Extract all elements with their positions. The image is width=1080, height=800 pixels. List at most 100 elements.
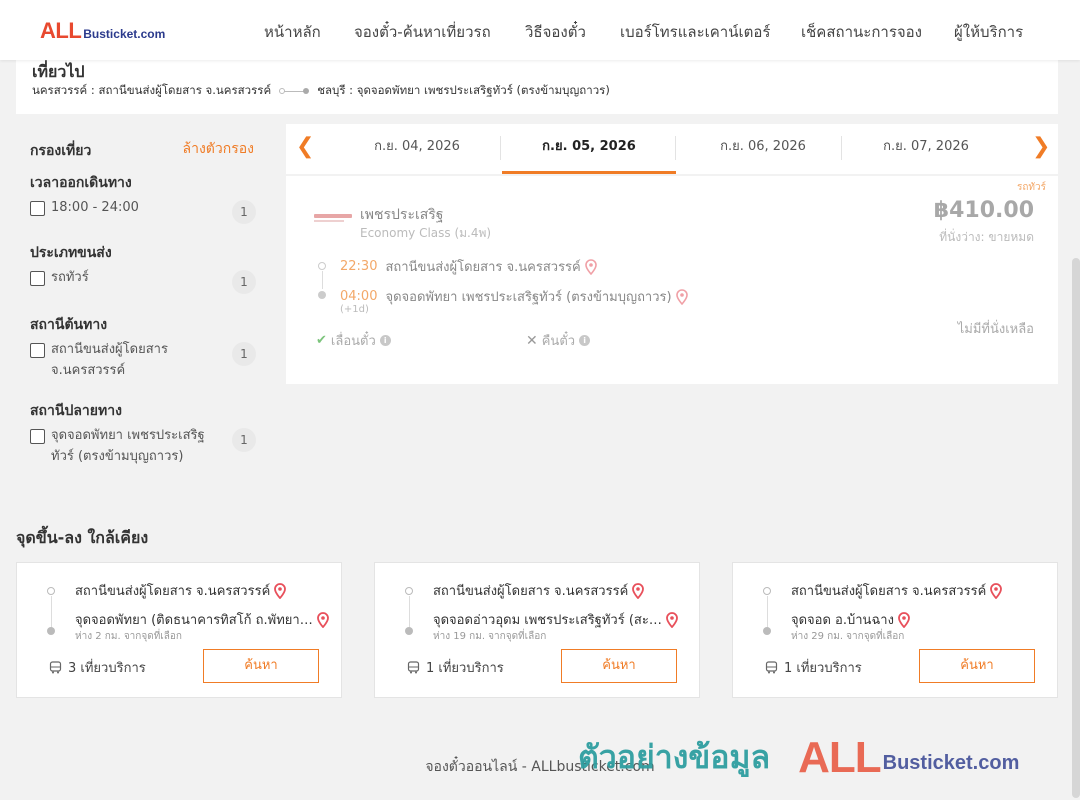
nearby-trip-count: 3 เที่ยวบริการ — [49, 657, 146, 678]
bus-icon — [765, 661, 778, 674]
chevron-left-icon[interactable]: ❮ — [296, 134, 314, 160]
reschedule-label: เลื่อนตั๋ว — [330, 334, 376, 349]
map-pin-icon[interactable] — [274, 582, 287, 599]
search-button[interactable]: ค้นหา — [203, 649, 319, 683]
filter-count-badge: 1 — [232, 200, 256, 224]
nearby-origin-label: สถานีขนส่งผู้โดยสาร จ.นครสวรรค์ — [75, 584, 271, 599]
map-pin-icon[interactable] — [632, 582, 645, 599]
destination-dot-icon — [405, 627, 413, 635]
nearby-trip-count-label: 3 เที่ยวบริการ — [68, 661, 146, 676]
origin-dot-icon — [318, 262, 326, 270]
nearby-destination-label: จุดจอดพัทยา (ติดธนาคารทิสโก้ ถ.พัทยา… — [75, 613, 313, 628]
filter-option-label: 18:00 - 24:00 — [51, 200, 139, 215]
filter-option-destination-station[interactable]: จุดจอดพัทยา เพชรประเสริฐทัวร์ (ตรงข้ามบุ… — [30, 428, 256, 467]
bus-icon — [407, 661, 420, 674]
route-connector-icon — [279, 87, 310, 95]
filter-group-destination-station: สถานีปลายทาง — [30, 403, 122, 419]
refund-label: คืนตั๋ว — [541, 334, 576, 349]
arrival-station: จุดจอดพัทยา เพชรประเสริฐทัวร์ (ตรงข้ามบุ… — [385, 290, 672, 305]
map-pin-icon[interactable] — [584, 258, 597, 275]
destination-dot-icon — [318, 291, 326, 299]
departure-station: สถานีขนส่งผู้โดยสาร จ.นครสวรรค์ — [385, 260, 581, 275]
chevron-right-icon[interactable]: ❯ — [1032, 134, 1050, 160]
operator-name: เพชรประเสริฐ — [360, 207, 444, 223]
trip-summary: เที่ยวไป นครสวรรค์ : สถานีขนส่งผู้โดยสาร… — [16, 60, 1058, 114]
filter-option-departure-time[interactable]: 18:00 - 24:00 1 — [30, 200, 256, 224]
map-pin-icon[interactable] — [990, 582, 1003, 599]
search-button[interactable]: ค้นหา — [561, 649, 677, 683]
origin-dot-icon — [47, 587, 55, 595]
info-icon[interactable]: i — [379, 335, 391, 346]
checkbox[interactable] — [30, 201, 45, 216]
checkbox[interactable] — [30, 343, 45, 358]
nearby-card-1: สถานีขนส่งผู้โดยสาร จ.นครสวรรค์ จุดจอดพั… — [16, 562, 342, 698]
nearby-distance: ห่าง 2 กม. จากจุดที่เลือก — [75, 631, 182, 642]
map-pin-icon[interactable] — [665, 611, 678, 628]
map-pin-icon[interactable] — [316, 611, 329, 628]
filter-count-badge: 1 — [232, 270, 256, 294]
filter-option-origin-station[interactable]: สถานีขนส่งผู้โดยสาร จ.นครสวรรค์ 1 — [30, 342, 256, 381]
filter-option-label: จุดจอดพัทยา เพชรประเสริฐทัวร์ (ตรงข้ามบุ… — [51, 428, 205, 464]
nav-book-search[interactable]: จองตั๋ว-ค้นหาเที่ยวรถ — [354, 20, 491, 44]
nearby-origin-label: สถานีขนส่งผู้โดยสาร จ.นครสวรรค์ — [433, 584, 629, 599]
trip-result-card[interactable]: รถทัวร์ เพชรประเสริฐ Economy Class (ม.4พ… — [286, 176, 1058, 384]
date-tab-1[interactable]: ก.ย. 04, 2026 — [330, 124, 504, 174]
nav-home[interactable]: หน้าหลัก — [264, 20, 321, 44]
watermark-logo-busticket: Busticket.com — [882, 752, 1020, 774]
filter-panel: กรองเที่ยว ล้างตัวกรอง เวลาออกเดินทาง 18… — [16, 124, 270, 480]
refund-policy: ✕ คืนตั๋ว i — [526, 330, 591, 351]
checkbox[interactable] — [30, 271, 45, 286]
info-icon[interactable]: i — [579, 335, 591, 346]
nav-operators[interactable]: ผู้ให้บริการ — [954, 20, 1023, 44]
page-scrollbar[interactable] — [1072, 258, 1080, 798]
nearby-distance: ห่าง 29 กม. จากจุดที่เลือก — [791, 631, 905, 642]
checkbox[interactable] — [30, 429, 45, 444]
destination-dot-icon — [47, 627, 55, 635]
cross-icon: ✕ — [526, 332, 538, 349]
map-pin-icon[interactable] — [675, 288, 688, 305]
site-header: ALL Busticket.com หน้าหลัก จองตั๋ว-ค้นหา… — [0, 0, 1080, 60]
sample-watermark: ตัวอย่างข้อมูล ALL Busticket.com — [578, 732, 1019, 783]
nearby-destination-label: จุดจอด อ.บ้านฉาง — [791, 613, 894, 628]
destination-dot-icon — [763, 627, 771, 635]
filter-group-transport-type: ประเภทขนส่ง — [30, 245, 112, 261]
ticket-price: ฿410.00 — [933, 198, 1034, 223]
nearby-destination: จุดจอดอ่าวอุดม เพชรประเสริฐทัวร์ (สะ… — [433, 609, 687, 630]
filter-title: กรองเที่ยว — [30, 143, 92, 159]
search-button[interactable]: ค้นหา — [919, 649, 1035, 683]
nav-how-to-book[interactable]: วิธีจองตั๋ว — [525, 20, 586, 44]
watermark-logo-all: ALL — [798, 732, 882, 782]
arrival-stop: 04:00 จุดจอดพัทยา เพชรประเสริฐทัวร์ (ตรง… — [340, 286, 688, 307]
nearby-origin-label: สถานีขนส่งผู้โดยสาร จ.นครสวรรค์ — [791, 584, 987, 599]
nearby-trip-count-label: 1 เที่ยวบริการ — [426, 661, 504, 676]
route-line — [321, 271, 323, 289]
origin-dot-icon — [405, 587, 413, 595]
nearby-destination: จุดจอดพัทยา (ติดธนาคารทิสโก้ ถ.พัทยา… — [75, 609, 329, 630]
filter-option-transport-type[interactable]: รถทัวร์ 1 — [30, 270, 256, 294]
route-line — [766, 596, 768, 628]
filter-count-badge: 1 — [232, 342, 256, 366]
nearby-trip-count: 1 เที่ยวบริการ — [407, 657, 504, 678]
date-tab-2-selected[interactable]: ก.ย. 05, 2026 — [502, 124, 676, 174]
filter-option-label: รถทัวร์ — [51, 270, 89, 285]
map-pin-icon[interactable] — [898, 611, 910, 628]
check-icon: ✔ — [316, 333, 327, 348]
date-tab-4[interactable]: ก.ย. 07, 2026 — [839, 124, 1013, 174]
transport-type-tag: รถทัวร์ — [1016, 182, 1046, 193]
departure-stop: 22:30 สถานีขนส่งผู้โดยสาร จ.นครสวรรค์ — [340, 256, 597, 277]
route-line — [50, 596, 52, 628]
nav-booking-status[interactable]: เช็คสถานะการจอง — [801, 20, 922, 44]
date-tab-3[interactable]: ก.ย. 06, 2026 — [676, 124, 850, 174]
trip-route: นครสวรรค์ : สถานีขนส่งผู้โดยสาร จ.นครสวร… — [32, 82, 610, 100]
operator-logo — [314, 214, 352, 224]
filter-group-departure-time: เวลาออกเดินทาง — [30, 175, 132, 191]
no-seats-status: ไม่มีที่นั่งเหลือ — [957, 322, 1034, 337]
nearby-card-2: สถานีขนส่งผู้โดยสาร จ.นครสวรรค์ จุดจอดอ่… — [374, 562, 700, 698]
trip-origin: นครสวรรค์ : สถานีขนส่งผู้โดยสาร จ.นครสวร… — [32, 83, 272, 97]
nearby-card-3: สถานีขนส่งผู้โดยสาร จ.นครสวรรค์ จุดจอด อ… — [732, 562, 1058, 698]
nearby-destination: จุดจอด อ.บ้านฉาง — [791, 609, 1045, 630]
clear-filters-link[interactable]: ล้างตัวกรอง — [183, 138, 254, 160]
nav-phone-counters[interactable]: เบอร์โทรและเคาน์เตอร์ — [620, 20, 770, 44]
reschedule-policy: ✔ เลื่อนตั๋ว i — [316, 330, 391, 351]
filter-count-badge: 1 — [232, 428, 256, 452]
